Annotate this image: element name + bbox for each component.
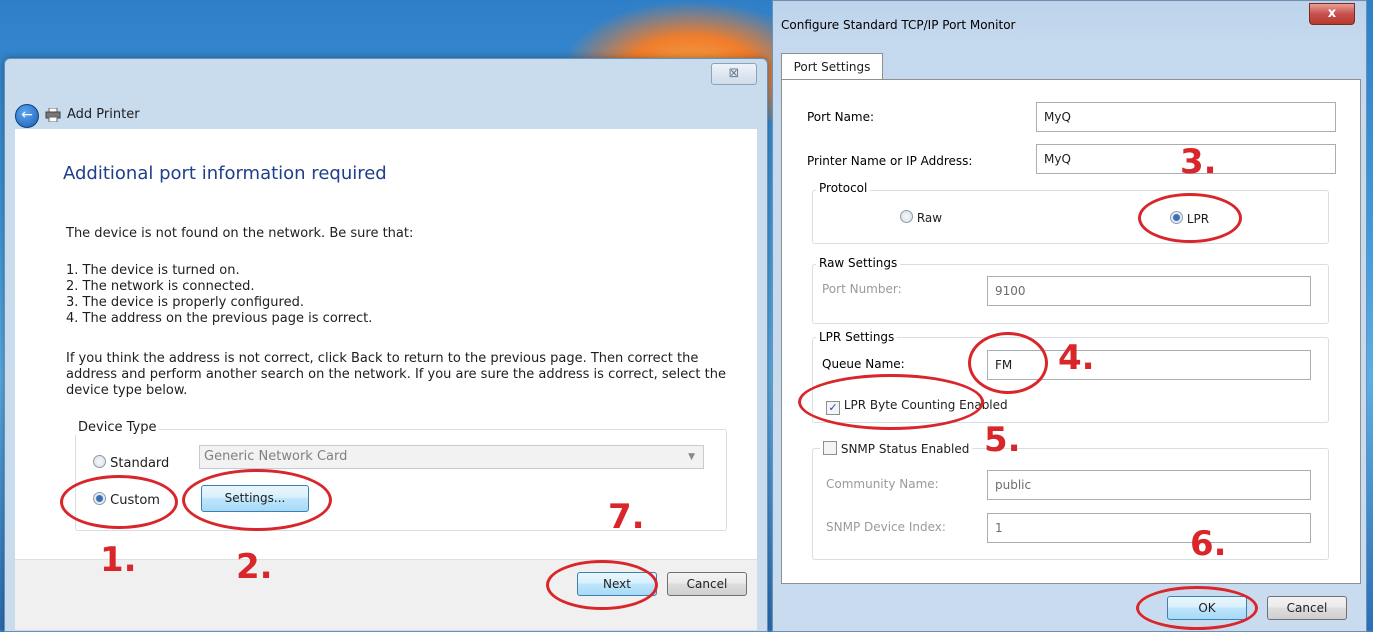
port-number-field[interactable]: 9100 (987, 276, 1311, 306)
tab-port-settings[interactable]: Port Settings (781, 53, 883, 81)
community-name-label: Community Name: (826, 477, 939, 491)
step-5-label: 5. (984, 420, 1021, 460)
back-arrow-icon: ← (21, 107, 33, 123)
device-type-legend: Device Type (75, 420, 160, 435)
annotation-circle-queue (968, 332, 1048, 394)
protocol-legend: Protocol (816, 181, 871, 195)
list-item: 3. The device is properly configured. (66, 295, 304, 310)
annotation-circle-lpr (1138, 193, 1242, 243)
snmp-group (812, 448, 1329, 560)
device-index-label: SNMP Device Index: (826, 520, 946, 534)
annotation-circle-ok (1136, 586, 1258, 630)
list-item: 2. The network is connected. (66, 279, 255, 294)
dialog-close-button[interactable]: x (1309, 3, 1355, 25)
step-2-label: 2. (236, 547, 273, 587)
raw-radio[interactable]: Raw (900, 210, 942, 225)
port-name-field[interactable]: MyQ (1036, 102, 1336, 132)
list-item: 1. The device is turned on. (66, 263, 240, 278)
cancel-button[interactable]: Cancel (667, 572, 747, 596)
advice-text: If you think the address is not correct,… (66, 351, 726, 399)
radio-icon (93, 455, 106, 468)
port-number-label: Port Number: (822, 282, 902, 296)
queue-name-label: Queue Name: (822, 357, 905, 371)
step-1-label: 1. (100, 540, 137, 580)
community-name-field[interactable]: public (987, 470, 1311, 500)
step-3-label: 3. (1180, 142, 1217, 182)
step-6-label: 6. (1190, 524, 1227, 564)
printer-name-label: Printer Name or IP Address: (807, 154, 973, 168)
device-index-field[interactable]: 1 (987, 513, 1311, 543)
intro-text: The device is not found on the network. … (66, 226, 414, 241)
dialog-title: Configure Standard TCP/IP Port Monitor (781, 18, 1016, 32)
unchecked-box-icon (823, 441, 837, 455)
dialog-cancel-button[interactable]: Cancel (1267, 596, 1347, 620)
page-heading: Additional port information required (63, 163, 387, 184)
lpr-settings-legend: LPR Settings (816, 330, 898, 344)
advice-line: If you think the address is not correct,… (66, 351, 699, 366)
checklist: 1. The device is turned on. 2. The netwo… (66, 263, 372, 327)
raw-settings-legend: Raw Settings (816, 256, 901, 270)
step-7-label: 7. (608, 497, 645, 537)
device-select-value: Generic Network Card (204, 449, 348, 464)
annotation-circle-custom (60, 475, 178, 529)
annotation-circle-next (546, 560, 658, 610)
close-icon: x (1327, 6, 1337, 21)
annotation-circle-byte-counting (798, 374, 984, 430)
list-item: 4. The address on the previous page is c… (66, 311, 373, 326)
raw-label: Raw (916, 211, 943, 225)
tcp-port-dialog: Configure Standard TCP/IP Port Monitor x… (772, 0, 1367, 632)
back-button[interactable]: ← (15, 104, 39, 128)
device-select[interactable]: Generic Network Card ▼ (199, 445, 704, 469)
advice-line: address and perform another search on th… (66, 367, 726, 382)
standard-radio[interactable]: Standard (93, 455, 169, 471)
close-icon: ⊠ (728, 66, 740, 81)
standard-label: Standard (110, 456, 170, 471)
annotation-circle-settings (182, 469, 332, 531)
printer-icon (45, 108, 61, 122)
radio-icon (900, 210, 913, 223)
port-settings-panel: Port Name: MyQ Printer Name or IP Addres… (781, 79, 1361, 584)
snmp-checkbox[interactable]: SNMP Status Enabled (820, 441, 973, 456)
protocol-group (812, 190, 1329, 244)
step-4-label: 4. (1058, 338, 1095, 378)
snmp-label: SNMP Status Enabled (840, 442, 970, 456)
window-title: Add Printer (67, 107, 140, 122)
port-name-label: Port Name: (807, 110, 875, 124)
close-button[interactable]: ⊠ (711, 63, 757, 85)
advice-line: device type below. (66, 383, 188, 398)
dropdown-arrow-icon: ▼ (688, 452, 695, 462)
